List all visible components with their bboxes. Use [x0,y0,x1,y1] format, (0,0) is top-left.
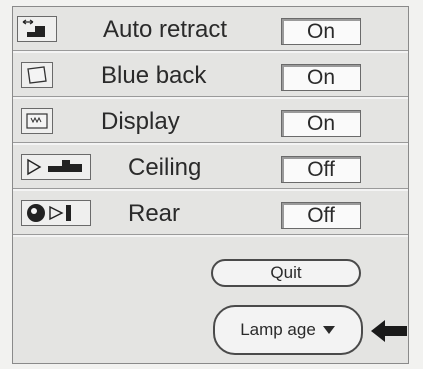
display-label: Display [101,108,180,135]
menu-item-ceiling[interactable]: Ceiling Off [13,145,408,191]
blue-back-icon [21,62,53,88]
blue-back-label: Blue back [101,62,207,89]
rear-icon [21,200,91,226]
menu-item-auto-retract[interactable]: Auto retract On [13,7,408,53]
lamp-age-label: Lamp age [240,320,316,339]
auto-retract-icon [17,16,57,42]
pointer-arrow-icon [371,320,407,342]
quit-button[interactable]: Quit [211,259,361,287]
blue-back-value[interactable]: On [281,64,361,91]
display-value[interactable]: On [281,110,361,137]
ceiling-label: Ceiling [128,154,202,181]
menu-item-display[interactable]: Display On [13,99,408,145]
menu-panel: Auto retract On Blue back On Display On [12,6,409,364]
rear-value[interactable]: Off [281,202,361,229]
menu-item-blue-back[interactable]: Blue back On [13,53,408,99]
rear-label: Rear [128,200,181,227]
auto-retract-value[interactable]: On [281,18,361,45]
display-icon [21,108,53,134]
chevron-down-icon [322,326,335,334]
menu-item-rear[interactable]: Rear Off [13,191,408,237]
ceiling-icon [21,154,91,180]
ceiling-value[interactable]: Off [281,156,361,183]
auto-retract-label: Auto retract [103,16,228,43]
lamp-age-button[interactable]: Lamp age [213,305,363,355]
